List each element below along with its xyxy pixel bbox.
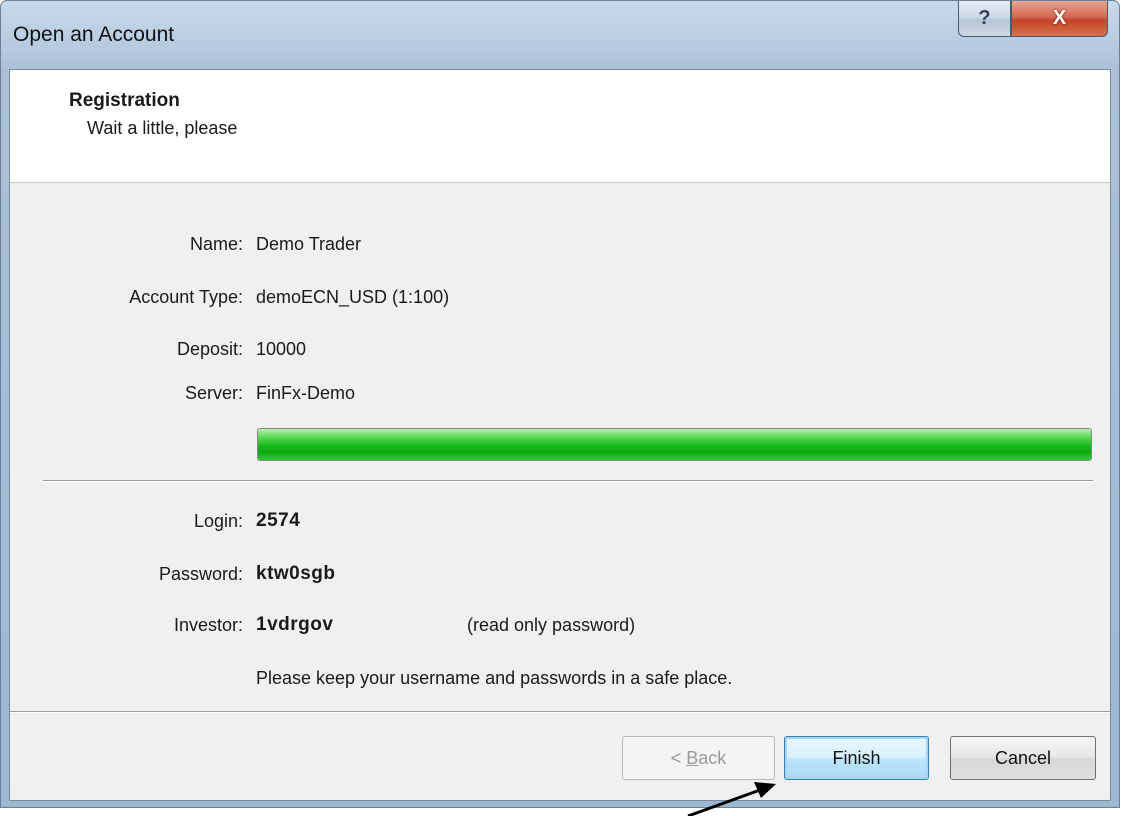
finish-button[interactable]: Finish [784, 736, 929, 780]
server-value: FinFx-Demo [256, 383, 356, 403]
name-label: Name: [189, 234, 243, 254]
wizard-header: Registration Wait a little, please [10, 70, 1110, 183]
close-button[interactable]: X [1011, 1, 1108, 37]
dialog-client-area: Registration Wait a little, please Name:… [9, 69, 1111, 801]
title-bar[interactable]: Open an Account ? X [1, 1, 1119, 69]
password-value: ktw0sgb [256, 563, 336, 584]
deposit-value: 10000 [256, 339, 307, 359]
header-subtitle: Wait a little, please [87, 118, 238, 138]
open-account-dialog: Open an Account ? X Registration Wait a … [0, 0, 1120, 808]
investor-note: (read only password) [467, 615, 636, 635]
safety-note: Please keep your username and passwords … [256, 668, 733, 688]
cancel-button[interactable]: Cancel [950, 736, 1096, 780]
investor-label: Investor: [173, 615, 243, 635]
cancel-label: Cancel [994, 747, 1052, 768]
header-title: Registration [69, 90, 180, 111]
back-rest: ack [698, 747, 727, 768]
section-divider [43, 480, 1093, 482]
login-value: 2574 [256, 510, 301, 531]
login-label: Login: [193, 511, 243, 531]
back-button[interactable]: < Back [622, 736, 775, 780]
account-type-label: Account Type: [129, 287, 243, 307]
finish-label: Finish [832, 747, 881, 768]
password-label: Password: [158, 564, 243, 584]
name-value: Demo Trader [256, 234, 362, 254]
help-button[interactable]: ? [958, 1, 1011, 37]
investor-value: 1vdrgov [256, 614, 334, 635]
deposit-label: Deposit: [176, 339, 243, 359]
back-mnemonic: B [686, 747, 699, 768]
close-icon: X [1052, 7, 1067, 29]
account-type-value: demoECN_USD (1:100) [256, 287, 450, 307]
server-label: Server: [184, 383, 243, 403]
registration-progress-bar [257, 428, 1092, 461]
window-title: Open an Account [13, 23, 175, 46]
progress-fill [258, 429, 1091, 460]
back-prefix: < [670, 747, 687, 768]
footer-divider [10, 711, 1110, 713]
question-mark-icon: ? [978, 7, 991, 29]
